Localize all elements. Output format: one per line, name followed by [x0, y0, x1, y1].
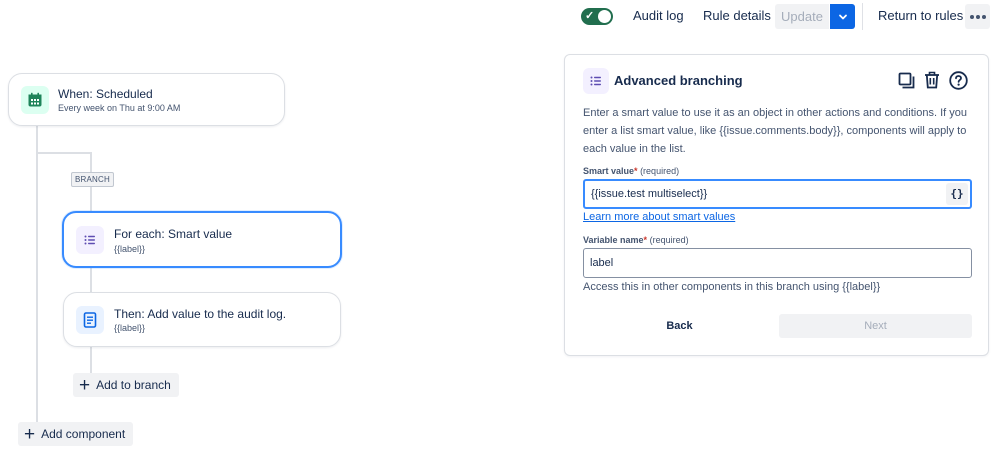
variable-name-text: label: [590, 257, 614, 269]
plus-icon: +: [24, 423, 36, 445]
panel-title: Advanced branching: [614, 73, 743, 88]
calendar-icon: [21, 86, 49, 114]
action-card-subtitle: {{label}}: [114, 323, 146, 333]
branch-card[interactable]: For each: Smart value {{label}}: [62, 211, 342, 268]
component-config-panel: Advanced branching Enter a smart value t…: [564, 54, 989, 356]
return-to-rules-button[interactable]: Return to rules: [878, 4, 963, 28]
back-button[interactable]: Back: [583, 314, 776, 338]
update-dropdown-button[interactable]: [830, 4, 855, 29]
next-button[interactable]: Next: [779, 314, 972, 338]
question-circle-icon: [948, 70, 968, 90]
trigger-card[interactable]: When: Scheduled Every week on Thu at 9:0…: [8, 73, 285, 126]
variable-name-label: Variable name* (required): [583, 235, 689, 245]
add-to-branch-button[interactable]: + Add to branch: [73, 373, 179, 397]
chevron-down-icon: [838, 14, 847, 19]
more-options-button[interactable]: [965, 4, 990, 29]
toggle-knob: [598, 10, 611, 23]
branch-card-title: For each: Smart value: [114, 227, 233, 241]
action-card-title: Then: Add value to the audit log.: [114, 307, 287, 321]
panel-actions: [896, 70, 968, 90]
audit-log-button[interactable]: Audit log: [633, 4, 684, 28]
trigger-title: When: Scheduled: [58, 87, 153, 101]
trash-icon: [925, 71, 939, 89]
delete-component-button[interactable]: [922, 70, 942, 90]
update-button[interactable]: Update: [775, 4, 829, 29]
more-icon: [969, 14, 986, 19]
add-component-button[interactable]: + Add component: [18, 422, 134, 446]
toolbar-divider: [862, 3, 863, 30]
add-to-branch-label: Add to branch: [96, 378, 171, 392]
plus-icon: +: [79, 374, 91, 396]
top-toolbar: ✓ Audit log Rule details Update Return t…: [575, 0, 999, 32]
list-icon: [583, 68, 609, 94]
add-component-label: Add component: [41, 427, 126, 441]
smart-value-picker-button[interactable]: {}: [946, 183, 968, 205]
list-icon: [76, 226, 104, 254]
branch-tag: BRANCH: [71, 172, 114, 187]
smart-value-text: {{issue.test multiselect}}: [591, 188, 708, 200]
smart-value-label: Smart value* (required): [583, 166, 680, 176]
panel-description: Enter a smart value to use it as an obje…: [583, 107, 967, 155]
rule-details-button[interactable]: Rule details: [703, 4, 771, 28]
check-icon: ✓: [585, 10, 595, 22]
document-icon: [76, 306, 104, 334]
help-button[interactable]: [948, 70, 968, 90]
variable-help-text: Access this in other components in this …: [583, 281, 881, 293]
copy-component-button[interactable]: [896, 70, 916, 90]
rule-enabled-toggle[interactable]: ✓: [581, 8, 613, 25]
variable-name-input[interactable]: label: [583, 248, 972, 278]
action-card[interactable]: Then: Add value to the audit log. {{labe…: [63, 292, 341, 347]
flow-connector-branch: [36, 152, 92, 154]
smart-value-input[interactable]: {{issue.test multiselect}} {}: [583, 179, 972, 209]
flow-connector-main: [36, 126, 38, 426]
learn-more-link[interactable]: Learn more about smart values: [583, 211, 735, 223]
copy-icon: [898, 72, 914, 88]
branch-card-subtitle: {{label}}: [114, 244, 146, 254]
trigger-subtitle: Every week on Thu at 9:00 AM: [58, 103, 181, 113]
